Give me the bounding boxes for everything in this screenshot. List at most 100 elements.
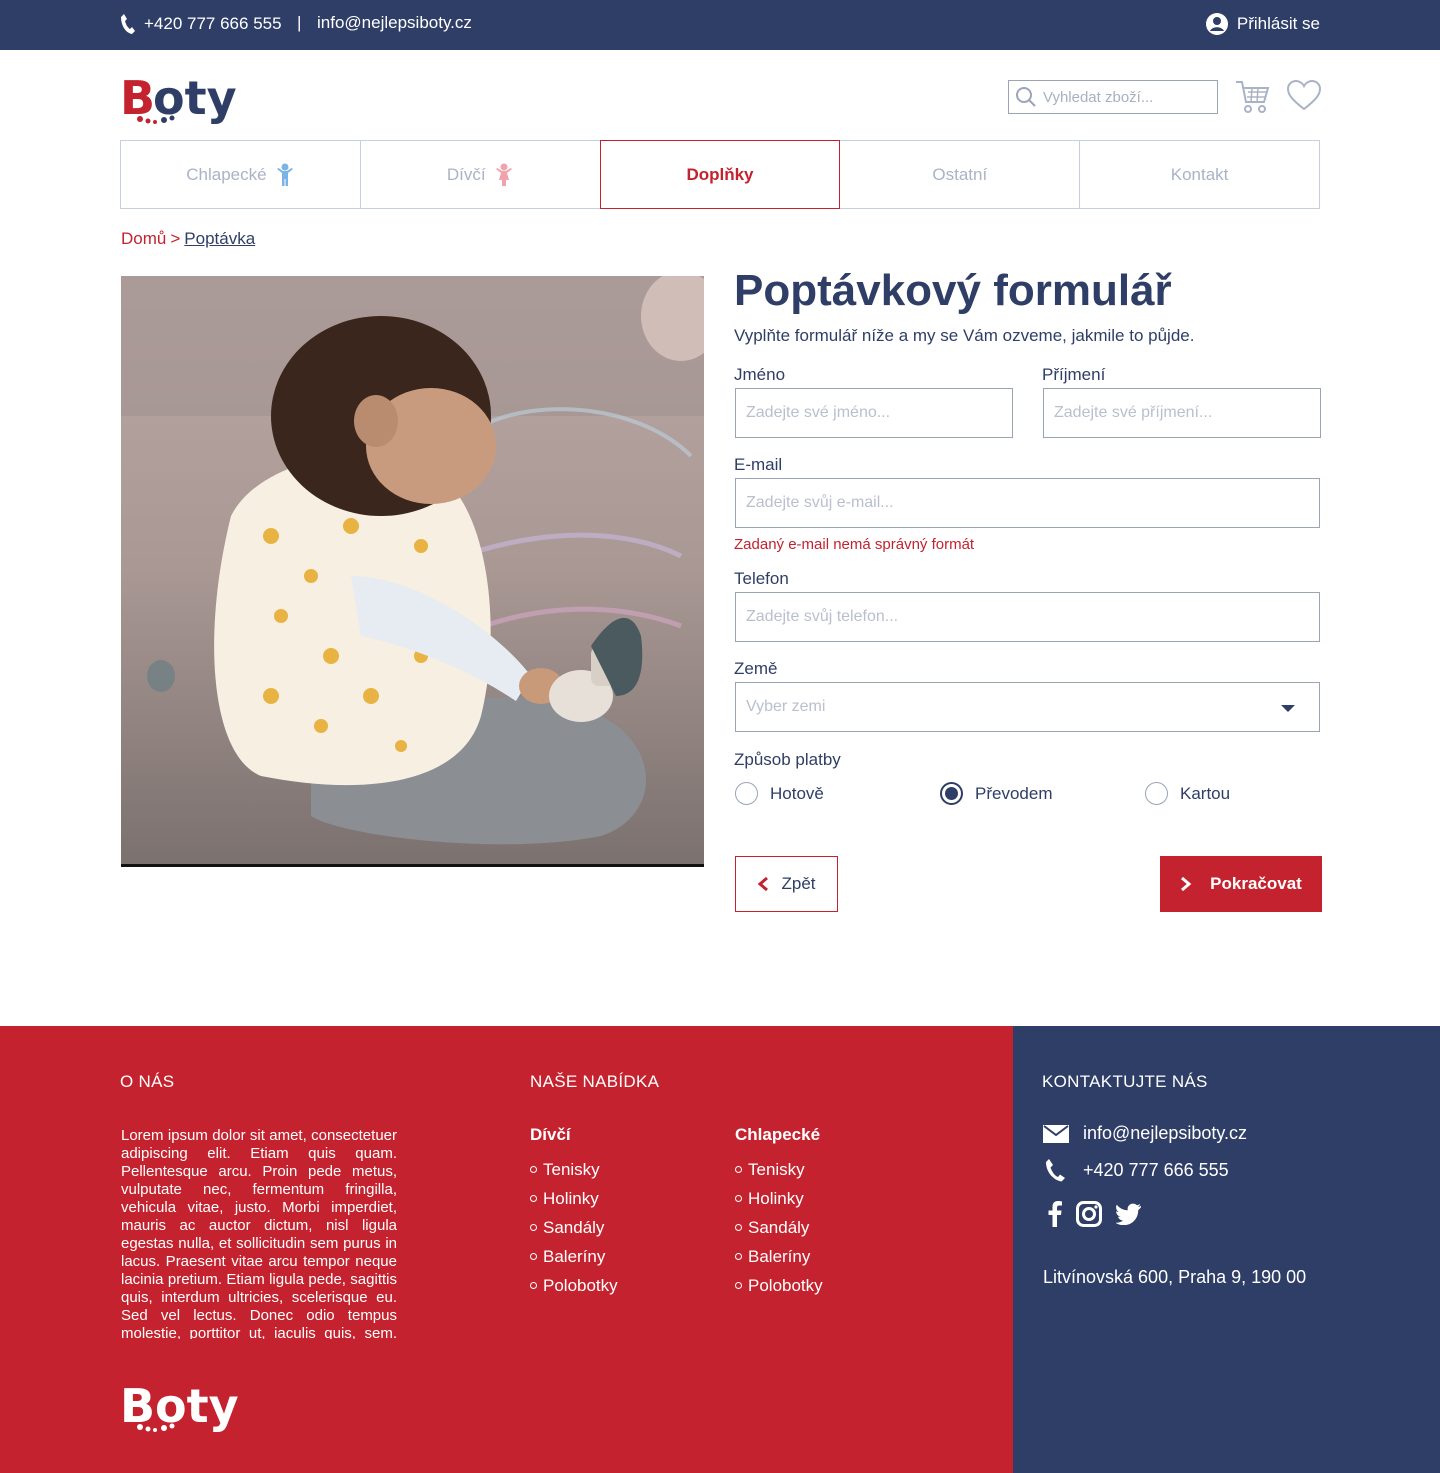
tab-boys-label: Chlapecké <box>186 164 267 184</box>
svg-text:Boty: Boty <box>120 1379 239 1433</box>
phone-field[interactable] <box>735 592 1320 642</box>
footer-link-label: Tenisky <box>748 1159 805 1179</box>
payment-option-transfer-label: Převodem <box>975 783 1053 803</box>
social-links <box>1048 1201 1142 1227</box>
footer-link-label: Baleríny <box>543 1246 606 1266</box>
girl-icon <box>495 163 512 186</box>
tab-accessories[interactable]: Doplňky <box>599 140 841 209</box>
radio-circle[interactable] <box>735 782 758 805</box>
bullet-icon <box>735 1282 742 1289</box>
email-label: E-mail <box>734 455 783 474</box>
wishlist-button[interactable] <box>1286 79 1322 117</box>
bullet-icon <box>735 1166 742 1173</box>
footer-link-label: Baleríny <box>748 1246 811 1266</box>
country-select-value: Vyber zemi <box>746 698 826 715</box>
login-button[interactable]: Přihlásit se <box>1205 12 1320 36</box>
phone-icon <box>121 14 135 34</box>
logo[interactable]: B oty <box>120 70 244 126</box>
email-field[interactable] <box>735 478 1320 528</box>
tab-accessories-label: Doplňky <box>686 164 754 184</box>
cart-button[interactable] <box>1234 78 1270 119</box>
instagram-icon[interactable] <box>1076 1201 1102 1227</box>
breadcrumb-current[interactable]: Poptávka <box>184 229 255 248</box>
footer-link[interactable]: Sandály <box>530 1213 618 1242</box>
tab-girls[interactable]: Dívčí <box>359 140 601 209</box>
heart-icon <box>1286 79 1322 111</box>
chevron-down-icon <box>1281 705 1295 712</box>
first-name-label: Jméno <box>734 365 786 384</box>
continue-button[interactable]: Pokračovat <box>1160 856 1322 912</box>
phone-label: Telefon <box>734 569 789 588</box>
breadcrumb: Domů > Poptávka <box>121 229 255 249</box>
footer-link-label: Sandály <box>748 1217 810 1237</box>
boy-icon <box>276 163 293 186</box>
form-intro: Vyplňte formulář níže a my se Vám ozveme… <box>734 326 1195 345</box>
topbar-email[interactable]: info@nejlepsiboty.cz <box>317 13 472 33</box>
facebook-icon[interactable] <box>1048 1201 1062 1227</box>
first-name-field[interactable] <box>735 388 1013 438</box>
continue-button-label: Pokračovat <box>1210 874 1302 893</box>
footer-link-label: Polobotky <box>543 1275 618 1295</box>
footer-link-label: Polobotky <box>748 1275 823 1295</box>
payment-option-cash[interactable]: Hotově <box>735 782 824 805</box>
topbar-phone[interactable]: +420 777 666 555 <box>120 13 282 35</box>
footer-about-text: Lorem ipsum dolor sit amet, consectetuer… <box>121 1127 397 1339</box>
first-name-input[interactable] <box>746 404 1012 422</box>
main-nav: Chlapecké Dívčí Doplňky Ostatní Kontakt <box>120 140 1320 209</box>
footer-link[interactable]: Holinky <box>530 1184 618 1213</box>
footer-link[interactable]: Baleríny <box>530 1242 618 1271</box>
country-select[interactable]: Vyber zemi <box>735 682 1320 732</box>
svg-text:oty: oty <box>153 71 237 125</box>
back-button[interactable]: Zpět <box>735 856 838 912</box>
user-icon <box>1205 13 1228 35</box>
hero-photo <box>121 276 704 867</box>
search-box[interactable] <box>1008 80 1218 114</box>
footer-logo[interactable]: Boty <box>120 1378 244 1439</box>
footer-girls-title[interactable]: Dívčí <box>530 1125 618 1145</box>
top-bar: +420 777 666 555 | info@nejlepsiboty.cz … <box>0 0 1440 50</box>
footer-address: Litvínovská 600, Praha 9, 190 00 <box>1043 1267 1307 1287</box>
bullet-icon <box>530 1253 537 1260</box>
footer-email[interactable]: info@nejlepsiboty.cz <box>1043 1123 1247 1144</box>
footer-link-label: Holinky <box>543 1188 599 1208</box>
tab-other[interactable]: Ostatní <box>839 140 1081 209</box>
bullet-icon <box>530 1282 537 1289</box>
payment-option-card[interactable]: Kartou <box>1145 782 1230 805</box>
footer-link[interactable]: Polobotky <box>735 1271 823 1300</box>
radio-circle[interactable] <box>1145 782 1168 805</box>
footer-link-label: Tenisky <box>543 1159 600 1179</box>
footer-link[interactable]: Sandály <box>735 1213 823 1242</box>
search-icon <box>1016 87 1036 107</box>
tab-boys[interactable]: Chlapecké <box>120 140 361 209</box>
topbar-phone-text: +420 777 666 555 <box>144 14 282 33</box>
footer-about-title: O NÁS <box>120 1072 175 1091</box>
footer-link[interactable]: Holinky <box>735 1184 823 1213</box>
footer-link[interactable]: Baleríny <box>735 1242 823 1271</box>
footer-link[interactable]: Tenisky <box>530 1155 618 1184</box>
footer-link-label: Holinky <box>748 1188 804 1208</box>
payment-option-transfer[interactable]: Převodem <box>940 782 1052 805</box>
payment-label: Způsob platby <box>734 750 841 769</box>
tab-contact[interactable]: Kontakt <box>1079 140 1320 209</box>
email-input[interactable] <box>746 494 1319 512</box>
cart-icon <box>1236 81 1270 113</box>
footer-contact: KONTAKTUJTE NÁS info@nejlepsiboty.cz +42… <box>1013 1026 1440 1473</box>
footer-girls-column: Dívčí Tenisky Holinky Sandály Baleríny P… <box>530 1125 618 1300</box>
search-input[interactable] <box>1043 88 1213 106</box>
last-name-field[interactable] <box>1043 388 1321 438</box>
last-name-input[interactable] <box>1054 404 1320 422</box>
twitter-icon[interactable] <box>1116 1203 1142 1225</box>
footer-offer-title: NAŠE NABÍDKA <box>530 1072 660 1091</box>
payment-option-cash-label: Hotově <box>770 783 824 803</box>
footer-link[interactable]: Polobotky <box>530 1271 618 1300</box>
footer-boys-title[interactable]: Chlapecké <box>735 1125 823 1145</box>
email-error: Zadaný e-mail nemá správný formát <box>734 536 975 553</box>
phone-input[interactable] <box>746 608 1319 626</box>
back-button-label: Zpět <box>781 874 816 893</box>
radio-circle[interactable] <box>940 782 963 805</box>
footer-link[interactable]: Tenisky <box>735 1155 823 1184</box>
breadcrumb-home[interactable]: Domů <box>121 229 166 248</box>
login-label: Přihlásit se <box>1236 14 1320 33</box>
footer-phone[interactable]: +420 777 666 555 <box>1043 1158 1229 1182</box>
country-label: Země <box>734 659 778 678</box>
